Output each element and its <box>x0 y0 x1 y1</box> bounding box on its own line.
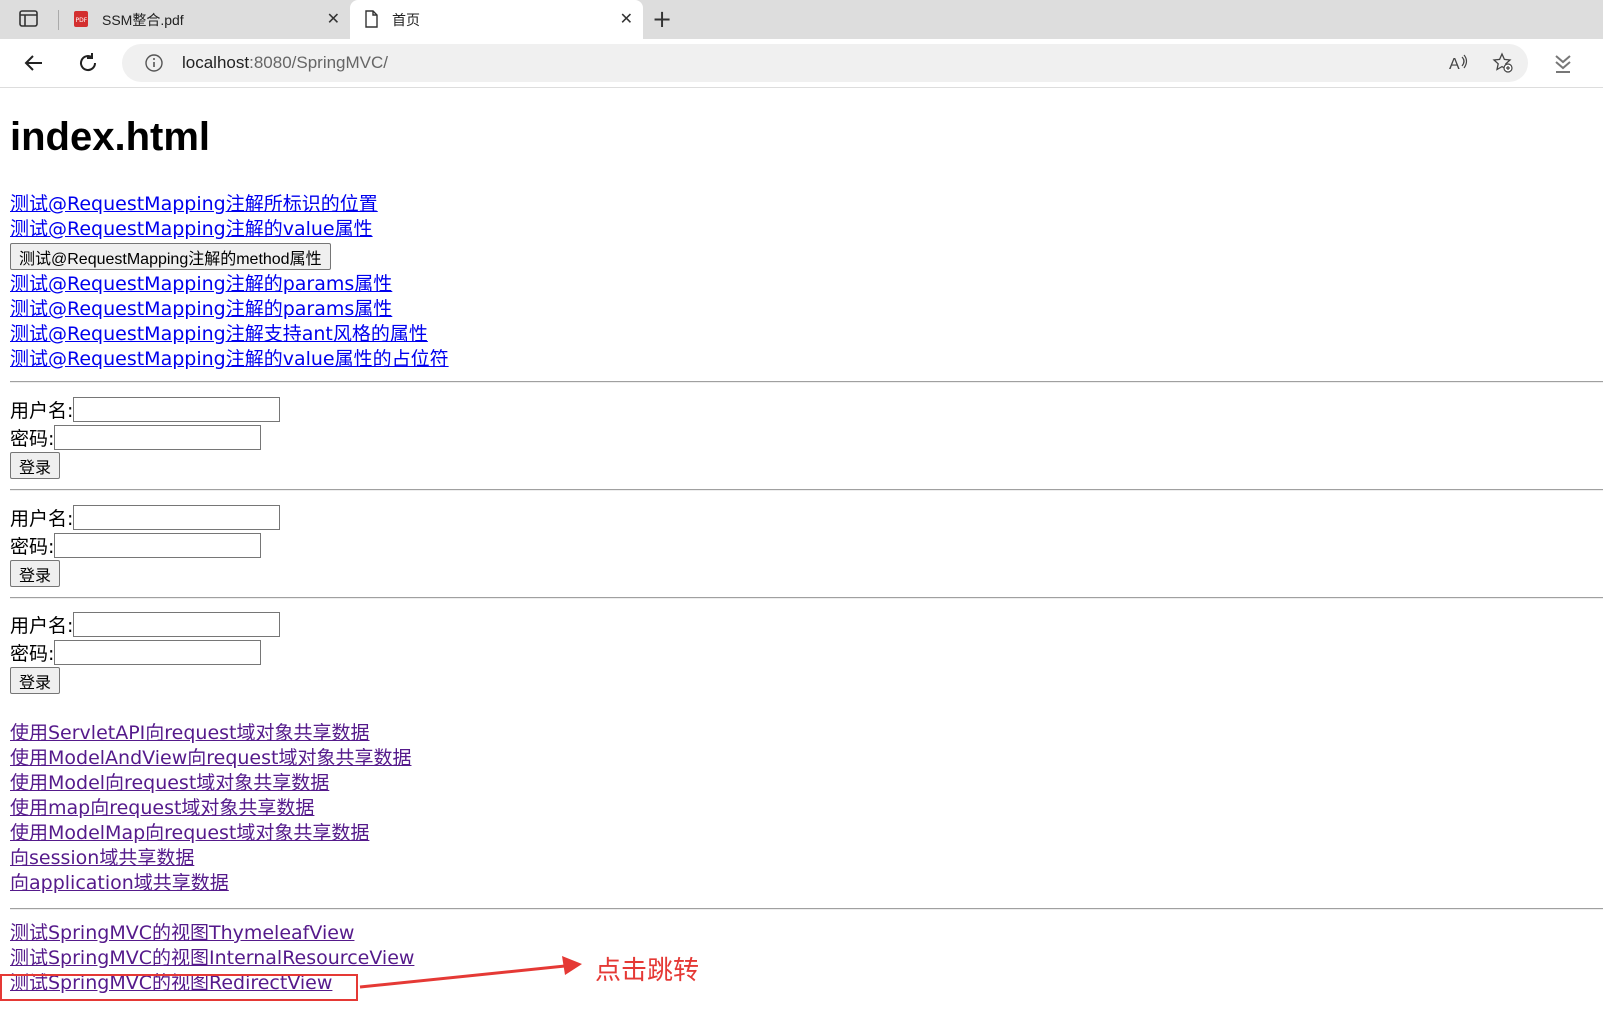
url-text: localhost:8080/SpringMVC/ <box>182 53 388 73</box>
link-thymeleaf-view[interactable]: 测试SpringMVC的视图ThymeleafView <box>10 921 414 946</box>
navigation-bar: localhost:8080/SpringMVC/ A <box>0 39 1603 88</box>
new-tab-icon[interactable]: + <box>652 5 672 33</box>
svg-text:A: A <box>1449 56 1460 73</box>
password-input[interactable] <box>54 639 262 665</box>
username-input[interactable] <box>73 396 281 422</box>
annotation-text: 点击跳转 <box>595 956 700 986</box>
link-session[interactable]: 向session域共享数据 <box>10 846 411 871</box>
downloads-icon[interactable] <box>1553 53 1573 79</box>
divider <box>10 908 1603 910</box>
mapping-links-2: 测试@RequestMapping注解的params属性 测试@RequestM… <box>10 272 449 372</box>
password-label: 密码: <box>10 642 55 665</box>
link-model-map[interactable]: 使用ModelMap向request域对象共享数据 <box>10 821 411 846</box>
username-label: 用户名: <box>10 614 74 637</box>
tab-pdf[interactable]: PDF SSM整合.pdf ✕ <box>60 0 350 39</box>
login-form: 用户名: 密码: 登录 <box>10 610 281 694</box>
link-mapping-placeholder[interactable]: 测试@RequestMapping注解的value属性的占位符 <box>10 347 449 372</box>
username-input[interactable] <box>73 611 281 637</box>
link-internal-resource-view[interactable]: 测试SpringMVC的视图InternalResourceView <box>10 946 414 971</box>
tab-home[interactable]: 首页 ✕ <box>350 0 643 39</box>
link-mapping-ant[interactable]: 测试@RequestMapping注解支持ant风格的属性 <box>10 322 449 347</box>
page-icon <box>362 10 380 32</box>
username-label: 用户名: <box>10 399 74 422</box>
tab-title: 首页 <box>392 12 420 28</box>
password-input[interactable] <box>54 424 262 450</box>
password-label: 密码: <box>10 427 55 450</box>
reload-icon[interactable] <box>76 51 100 79</box>
link-mapping-params[interactable]: 测试@RequestMapping注解的params属性 <box>10 272 449 297</box>
mapping-links: 测试@RequestMapping注解所标识的位置 测试@RequestMapp… <box>10 192 378 242</box>
password-label: 密码: <box>10 535 55 558</box>
highlight-box <box>0 974 358 1001</box>
pdf-icon: PDF <box>72 10 90 32</box>
login-button[interactable]: 登录 <box>10 667 61 694</box>
login-form: 用户名: 密码: 登录 <box>10 395 281 479</box>
tab-separator <box>58 10 59 30</box>
login-button[interactable]: 登录 <box>10 560 61 587</box>
address-bar[interactable]: localhost:8080/SpringMVC/ A <box>122 44 1528 82</box>
method-button[interactable]: 测试@RequestMapping注解的method属性 <box>10 243 331 270</box>
svg-text:PDF: PDF <box>76 17 88 24</box>
link-servlet-api[interactable]: 使用ServletAPI向request域对象共享数据 <box>10 721 411 746</box>
sidebar-toggle-icon[interactable] <box>18 9 40 29</box>
link-mapping-value[interactable]: 测试@RequestMapping注解的value属性 <box>10 217 378 242</box>
tab-close-icon[interactable]: ✕ <box>327 9 340 28</box>
link-map[interactable]: 使用map向request域对象共享数据 <box>10 796 411 821</box>
back-icon[interactable] <box>22 51 46 79</box>
link-model[interactable]: 使用Model向request域对象共享数据 <box>10 771 411 796</box>
divider <box>10 597 1603 599</box>
login-form: 用户名: 密码: 登录 <box>10 503 281 587</box>
login-button[interactable]: 登录 <box>10 452 61 479</box>
link-application[interactable]: 向application域共享数据 <box>10 871 411 896</box>
tab-strip: PDF SSM整合.pdf ✕ 首页 ✕ + <box>0 0 1603 39</box>
link-mapping-params-2[interactable]: 测试@RequestMapping注解的params属性 <box>10 297 449 322</box>
scope-links: 使用ServletAPI向request域对象共享数据 使用ModelAndVi… <box>10 721 411 896</box>
divider <box>10 381 1603 383</box>
link-mapping-position[interactable]: 测试@RequestMapping注解所标识的位置 <box>10 192 378 217</box>
username-input[interactable] <box>73 504 281 530</box>
link-model-and-view[interactable]: 使用ModelAndView向request域对象共享数据 <box>10 746 411 771</box>
password-input[interactable] <box>54 532 262 558</box>
add-favorite-icon[interactable] <box>1492 52 1514 78</box>
divider <box>10 489 1603 491</box>
username-label: 用户名: <box>10 507 74 530</box>
page-title: index.html <box>10 115 211 159</box>
tab-close-icon[interactable]: ✕ <box>620 9 633 28</box>
tab-title: SSM整合.pdf <box>102 12 184 28</box>
url-path: :8080/SpringMVC/ <box>249 53 389 72</box>
info-icon[interactable] <box>144 53 164 77</box>
url-host: localhost <box>182 53 250 72</box>
read-aloud-icon[interactable]: A <box>1448 52 1470 78</box>
